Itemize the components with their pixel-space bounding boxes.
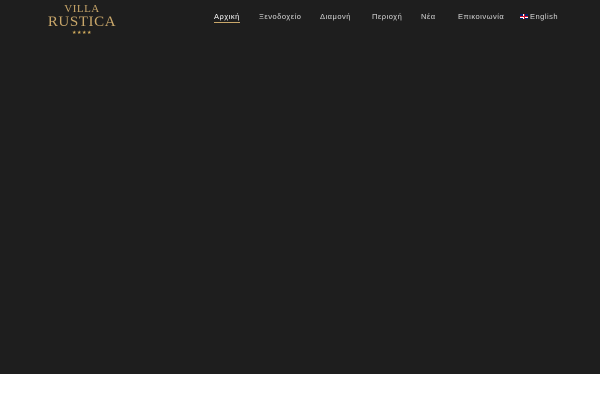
- nav-item-area[interactable]: Περιοχή: [372, 12, 402, 21]
- nav-item-news[interactable]: Νέα: [421, 12, 436, 21]
- nav-item-label: Περιοχή: [372, 12, 403, 21]
- nav-item-home[interactable]: Αρχική: [214, 12, 240, 23]
- nav-item-label: Επικοινωνία: [458, 12, 505, 21]
- language-label: English: [530, 12, 559, 21]
- nav-item-label: Νέα: [421, 12, 436, 21]
- logo-stars-icon: ★★★★: [72, 30, 92, 36]
- nav-item-contact[interactable]: Επικοινωνία: [458, 12, 504, 21]
- nav-item-hotel[interactable]: Ξενοδοχείο: [259, 12, 301, 21]
- hero-section: VILLA RUSTICA ★★★★ Αρχική Ξενοδοχείο Δια…: [0, 0, 600, 374]
- language-switcher[interactable]: English: [520, 12, 558, 21]
- nav-item-accommodation[interactable]: Διαμονή: [320, 12, 351, 21]
- main-navigation: Αρχική Ξενοδοχείο Διαμονή Περιοχή Νέα Επ…: [0, 12, 600, 26]
- nav-item-label: Αρχική: [214, 12, 240, 21]
- nav-item-label: Διαμονή: [320, 12, 351, 21]
- page-content-area: [0, 374, 600, 400]
- uk-flag-icon: [520, 14, 528, 19]
- nav-item-label: Ξενοδοχείο: [259, 12, 302, 21]
- active-nav-underline: [214, 22, 240, 23]
